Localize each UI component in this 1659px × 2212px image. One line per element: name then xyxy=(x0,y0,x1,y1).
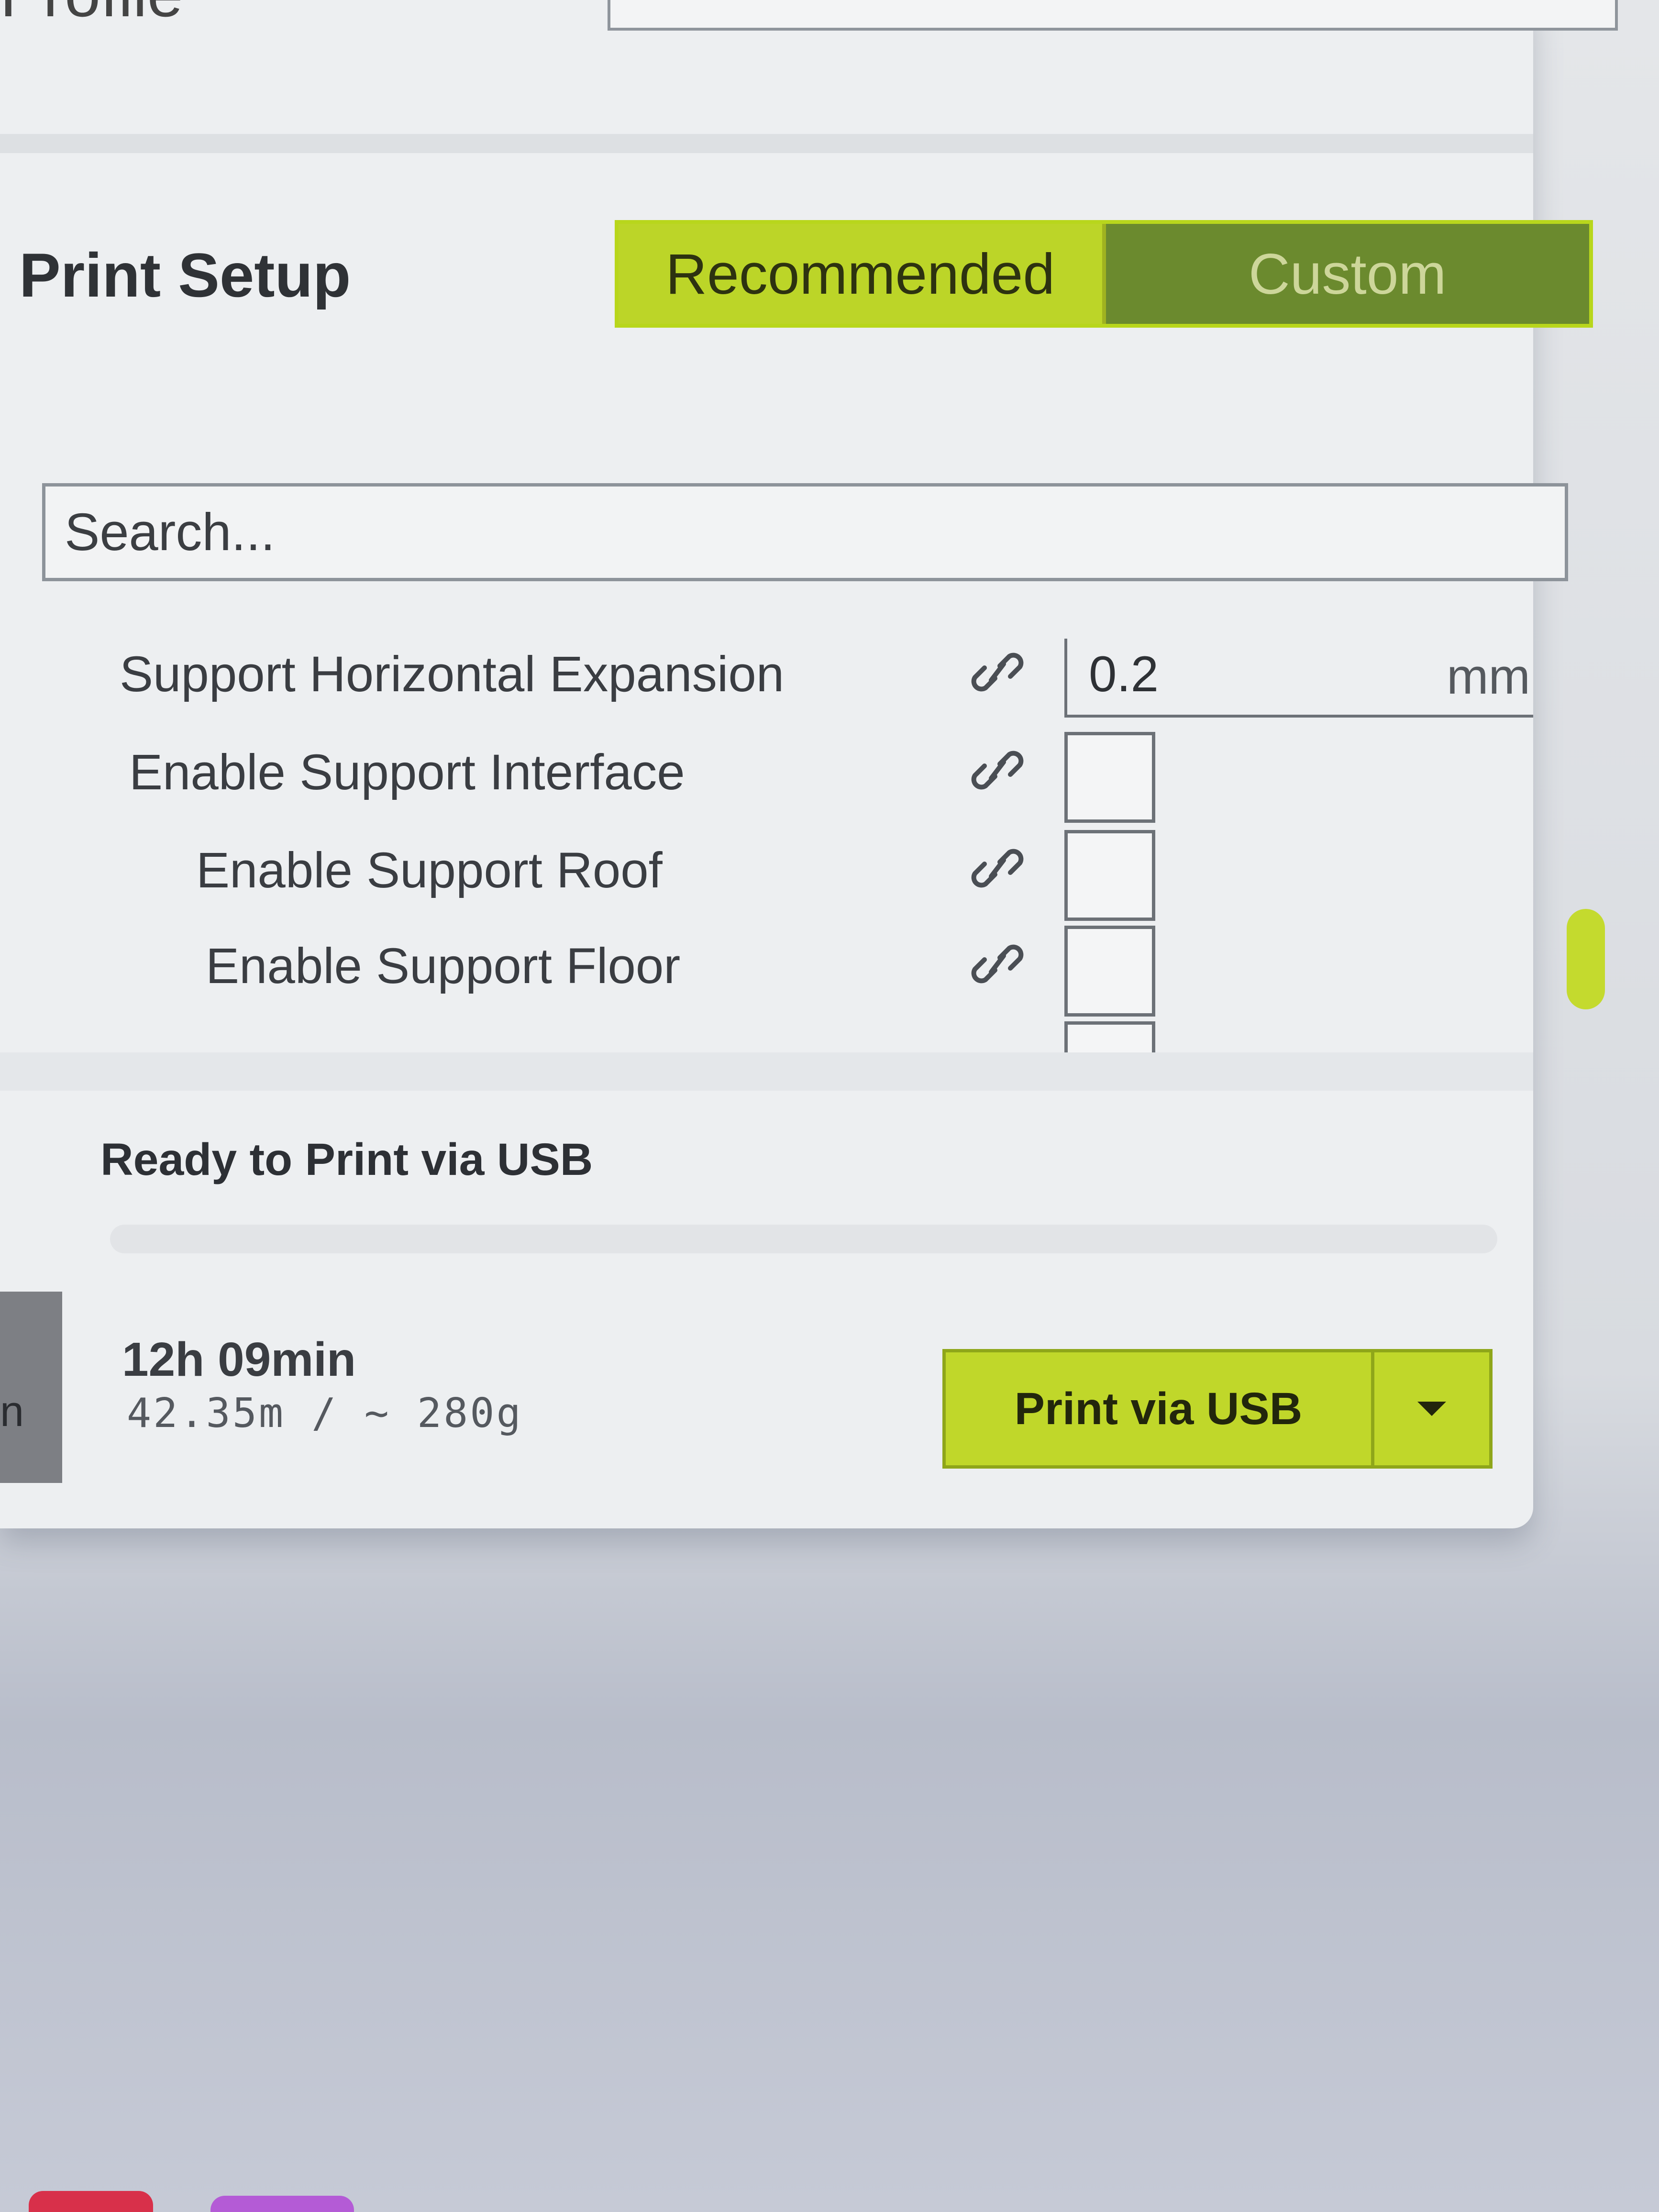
settings-list: Support Horizontal Expansion 0.2 mm Enab… xyxy=(0,622,1533,1062)
setting-row-enable-support-interface: Enable Support Interface xyxy=(0,720,1533,823)
enable-support-interface-checkbox[interactable] xyxy=(1064,732,1155,823)
link-icon[interactable] xyxy=(971,847,1024,890)
profile-dropdown[interactable] xyxy=(608,0,1618,31)
setting-row-support-horizontal-expansion: Support Horizontal Expansion 0.2 mm xyxy=(0,622,1533,718)
setting-label: Enable Support Interface xyxy=(129,744,685,800)
print-button-group: Print via USB xyxy=(942,1349,1493,1469)
taskbar-item xyxy=(210,2196,354,2212)
settings-divider xyxy=(0,1052,1533,1091)
setting-row-enable-support-floor: Enable Support Floor xyxy=(0,914,1533,1017)
settings-scrollbar[interactable] xyxy=(1567,909,1605,1009)
mode-toggle: Recommended Custom xyxy=(615,220,1593,328)
side-panel-fragment: n xyxy=(0,1388,24,1436)
print-progress-bar xyxy=(110,1225,1497,1253)
setting-value: 0.2 xyxy=(1089,646,1159,702)
caret-down-icon xyxy=(1417,1402,1446,1416)
tab-recommended[interactable]: Recommended xyxy=(619,224,1106,324)
setting-label: Enable Support Roof xyxy=(196,842,663,898)
print-status-text: Ready to Print via USB xyxy=(100,1134,593,1185)
enable-support-roof-checkbox[interactable] xyxy=(1064,830,1155,921)
setting-label: Support Horizontal Expansion xyxy=(120,646,785,702)
support-horizontal-expansion-field[interactable]: 0.2 mm xyxy=(1064,639,1533,718)
print-via-usb-button[interactable]: Print via USB xyxy=(946,1352,1374,1465)
setting-label: Enable Support Floor xyxy=(206,938,681,994)
setting-row-enable-support-roof: Enable Support Roof xyxy=(0,818,1533,921)
print-setup-panel: n Profile Print Setup Recommended Custom… xyxy=(0,0,1618,1528)
profile-label: Profile xyxy=(0,0,183,31)
material-estimate: 42.35m / ~ 280g xyxy=(127,1390,523,1437)
link-icon[interactable] xyxy=(971,942,1024,985)
enable-support-floor-checkbox[interactable] xyxy=(1064,926,1155,1017)
search-field xyxy=(42,483,1568,581)
search-input[interactable] xyxy=(45,487,1565,578)
tab-custom[interactable]: Custom xyxy=(1106,224,1589,324)
desktop-taskbar-edge xyxy=(0,2191,1659,2212)
page-title: Print Setup xyxy=(19,240,351,310)
link-icon[interactable] xyxy=(971,651,1024,694)
link-icon[interactable] xyxy=(971,749,1024,792)
side-panel-edge: n xyxy=(0,1292,62,1483)
print-options-dropdown[interactable] xyxy=(1374,1352,1489,1465)
print-time-estimate: 12h 09min xyxy=(122,1333,356,1386)
setting-unit: mm xyxy=(1447,649,1530,705)
section-divider xyxy=(0,134,1533,153)
taskbar-item xyxy=(29,2191,153,2212)
